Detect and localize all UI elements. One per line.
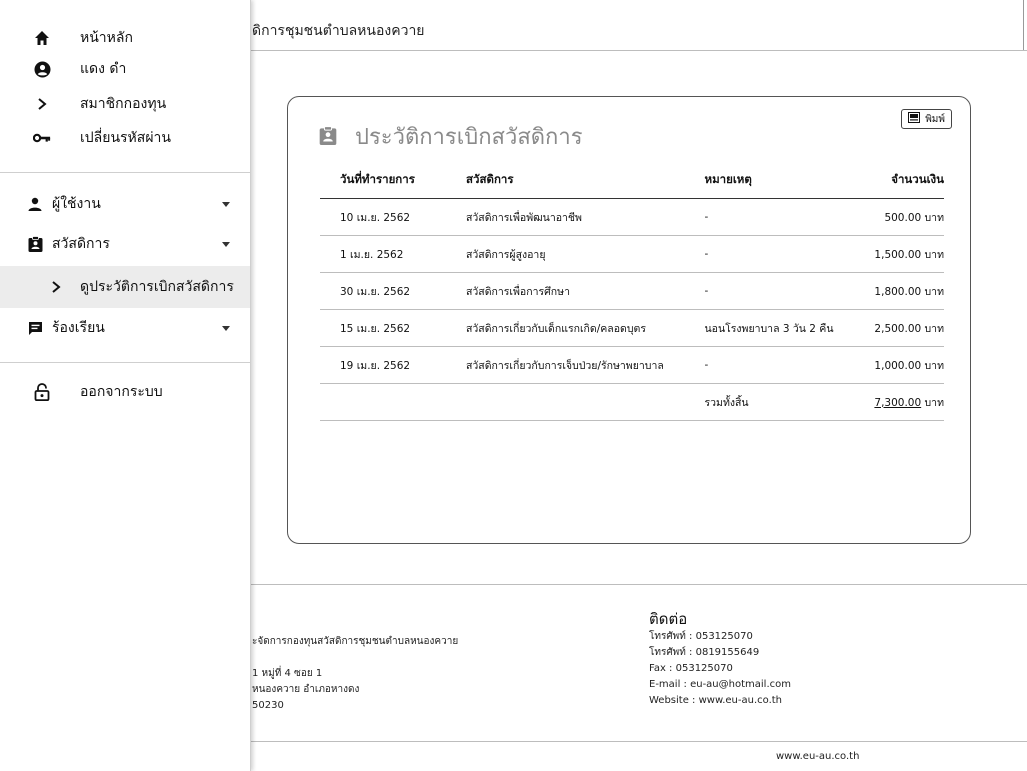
sidebar-item-welfare[interactable]: สวัสดิการ (0, 227, 250, 261)
total-label: รวมทั้งสิ้น (704, 383, 861, 421)
footer-address: ะจัดการกองทุนสวัสดิการชุมชนตำบลหนองควาย … (252, 634, 458, 714)
clipboard-icon (26, 235, 44, 253)
clipboard-icon (319, 125, 341, 148)
footer-address-line: หนองควาย อำเภอหางดง (252, 684, 360, 695)
cell-date: 10 เม.ย. 2562 (320, 198, 466, 236)
footer-website: Website : www.eu-au.co.th (649, 695, 783, 706)
print-label: พิมพ์ (925, 113, 945, 125)
cell-date: 1 เม.ย. 2562 (320, 235, 466, 273)
caret-down-icon (222, 201, 230, 207)
print-icon (908, 112, 921, 126)
card-title: ประวัติการเบิกสวัสดิการ (319, 119, 583, 154)
sidebar-item-label: สวัสดิการ (52, 236, 110, 252)
table-row: 1 เม.ย. 2562 สวัสดิการผู้สูงอายุ - 1,500… (320, 235, 944, 273)
sidebar-divider (0, 362, 250, 363)
sidebar-item-label: แดง ดำ (80, 61, 127, 77)
table-row: 30 เม.ย. 2562 สวัสดิการเพื่อการศึกษา - 1… (320, 272, 944, 310)
table-row: 19 เม.ย. 2562 สวัสดิการเกี่ยวกับการเจ็บป… (320, 346, 944, 384)
table-row: 15 เม.ย. 2562 สวัสดิการเกี่ยวกับเด็กแรกเ… (320, 309, 944, 347)
caret-down-icon (222, 241, 230, 247)
home-icon (33, 29, 51, 47)
sidebar-item-logout[interactable]: ออกจากระบบ (0, 375, 250, 409)
cell-note: - (704, 346, 861, 384)
total-amount: 7,300.00 บาท (860, 383, 945, 421)
footer-divider (250, 584, 1027, 585)
sidebar-item-home[interactable]: หน้าหลัก (0, 21, 250, 55)
bottom-divider (250, 741, 1027, 742)
caret-down-icon (222, 325, 230, 331)
account-circle-icon (33, 60, 51, 78)
footer-blank-line (252, 650, 458, 666)
welfare-history-table: วันที่ทำรายการ สวัสดิการ หมายเหตุ จำนวนเ… (320, 163, 944, 421)
footer-contact-title: ติดต่อ (649, 610, 688, 628)
table-total-row: รวมทั้งสิ้น 7,300.00 บาท (320, 383, 945, 421)
sidebar-item-change-password[interactable]: เปลี่ยนรหัสผ่าน (0, 121, 250, 155)
cell-note: - (704, 235, 861, 273)
column-header-note: หมายเหตุ (704, 163, 861, 199)
column-header-welfare: สวัสดิการ (466, 163, 705, 199)
column-header-date: วันที่ทำรายการ (320, 163, 466, 199)
cell-amount: 500.00 บาท (860, 198, 944, 236)
sidebar-item-label: ร้องเรียน (52, 320, 105, 336)
footer-phone-1: โทรศัพท์ : 053125070 (649, 631, 753, 642)
card-title-text: ประวัติการเบิกสวัสดิการ (355, 125, 583, 150)
chevron-right-icon (33, 95, 51, 113)
footer-phone-2: โทรศัพท์ : 0819155649 (649, 647, 760, 658)
sidebar-item-label: สมาชิกกองทุน (80, 96, 167, 112)
cell-welfare: สวัสดิการเพื่อการศึกษา (466, 272, 705, 310)
cell-note: - (704, 272, 861, 310)
bottom-website-link[interactable]: www.eu-au.co.th (776, 751, 859, 762)
feedback-icon (26, 319, 44, 337)
sidebar-item-label: เปลี่ยนรหัสผ่าน (80, 130, 171, 146)
sidebar-item-label: ออกจากระบบ (80, 384, 163, 400)
sidebar-item-label: ผู้ใช้งาน (52, 196, 101, 212)
table-row: 10 เม.ย. 2562 สวัสดิการเพื่อพัฒนาอาชีพ -… (320, 198, 944, 236)
cell-note: นอนโรงพยาบาล 3 วัน 2 คืน (704, 309, 861, 347)
cell-amount: 2,500.00 บาท (860, 309, 944, 347)
footer-email: E-mail : eu-au@hotmail.com (649, 679, 791, 690)
window-edge (1023, 0, 1027, 50)
chevron-right-icon (47, 278, 65, 296)
column-header-amount: จำนวนเงิน (860, 163, 944, 199)
page-title: ดิการชุมชนตำบลหนองควาย (252, 23, 425, 39)
cell-date: 15 เม.ย. 2562 (320, 309, 466, 347)
footer-org-name: ะจัดการกองทุนสวัสดิการชุมชนตำบลหนองควาย (252, 636, 459, 647)
footer-contact: ติดต่อ โทรศัพท์ : 053125070 โทรศัพท์ : 0… (649, 611, 791, 709)
lock-open-icon (33, 383, 51, 401)
sidebar-item-complaints[interactable]: ร้องเรียน (0, 311, 250, 345)
cell-welfare: สวัสดิการเกี่ยวกับการเจ็บป่วย/รักษาพยาบา… (466, 346, 705, 384)
table-header-row: วันที่ทำรายการ สวัสดิการ หมายเหตุ จำนวนเ… (320, 163, 944, 199)
total-value: 7,300.00 (874, 396, 922, 409)
cell-note: - (704, 198, 861, 236)
total-unit: บาท (921, 396, 945, 409)
sidebar-item-welfare-history[interactable]: ดูประวัติการเบิกสวัสดิการ (0, 266, 250, 308)
cell-date: 19 เม.ย. 2562 (320, 346, 466, 384)
welfare-history-card: ประวัติการเบิกสวัสดิการ พิมพ์ วันที่ทำรา… (287, 96, 971, 544)
cell-welfare: สวัสดิการผู้สูงอายุ (466, 235, 705, 273)
cell-welfare: สวัสดิการเกี่ยวกับเด็กแรกเกิด/คลอดบุตร (466, 309, 705, 347)
cell-amount: 1,000.00 บาท (860, 346, 944, 384)
sidebar-item-users[interactable]: ผู้ใช้งาน (0, 187, 250, 221)
person-icon (26, 195, 44, 213)
cell-date: 30 เม.ย. 2562 (320, 272, 466, 310)
sidebar-item-members[interactable]: สมาชิกกองทุน (0, 87, 250, 121)
footer-address-line: 1 หมู่ที่ 4 ซอย 1 (252, 668, 323, 679)
cell-welfare: สวัสดิการเพื่อพัฒนาอาชีพ (466, 198, 705, 236)
footer-postal-code: 50230 (252, 700, 284, 711)
sidebar-item-label: หน้าหลัก (80, 30, 133, 46)
cell-amount: 1,800.00 บาท (860, 272, 944, 310)
footer-fax: Fax : 053125070 (649, 663, 733, 674)
key-icon (33, 129, 51, 147)
sidebar-divider (0, 172, 250, 173)
sidebar-item-label: ดูประวัติการเบิกสวัสดิการ (80, 279, 234, 295)
cell-amount: 1,500.00 บาท (860, 235, 944, 273)
sidebar-item-profile[interactable]: แดง ดำ (0, 52, 250, 86)
sidebar: หน้าหลัก แดง ดำ สมาชิกกองทุน เปลี่ยนรหัส… (0, 0, 251, 771)
print-button[interactable]: พิมพ์ (901, 109, 952, 129)
